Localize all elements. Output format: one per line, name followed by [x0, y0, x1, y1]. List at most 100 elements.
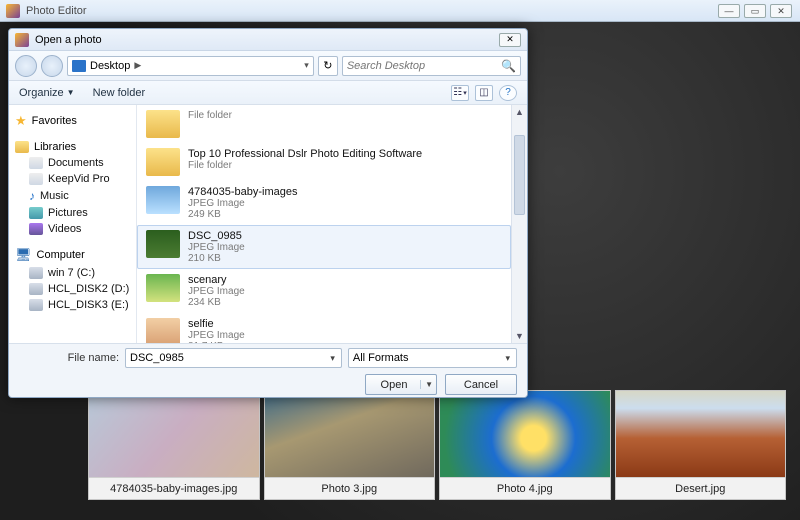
filter-combo[interactable]: All Formats ▾: [348, 348, 517, 368]
scroll-up-icon[interactable]: ▲: [512, 105, 527, 119]
app-window: Photo Editor — ▭ ✕ 4784035-baby-images.j…: [0, 0, 800, 520]
file-size: 234 KB: [188, 297, 245, 308]
preview-pane-button[interactable]: ◫: [475, 85, 493, 101]
image-thumb-icon: [146, 318, 180, 343]
nav-videos[interactable]: Videos: [13, 221, 132, 237]
search-icon: 🔍: [501, 59, 516, 73]
window-close-button[interactable]: ✕: [770, 4, 792, 18]
file-row-selected[interactable]: DSC_0985 JPEG Image 210 KB: [137, 225, 511, 269]
new-folder-button[interactable]: New folder: [93, 87, 146, 99]
dialog-icon: [15, 33, 29, 47]
search-box[interactable]: 🔍: [342, 56, 521, 76]
app-logo-icon: [6, 4, 20, 18]
file-type: JPEG Image: [188, 242, 245, 253]
file-list-scrollbar[interactable]: ▲ ▼: [511, 105, 527, 343]
thumbnail-image: [89, 391, 259, 477]
view-mode-button[interactable]: ☷▾: [451, 85, 469, 101]
chevron-down-icon[interactable]: ▾: [328, 353, 337, 364]
file-name: Top 10 Professional Dslr Photo Editing S…: [188, 148, 422, 160]
breadcrumb-arrow-icon: ▶: [134, 60, 141, 71]
folder-icon: [146, 148, 180, 176]
organize-menu[interactable]: Organize▼: [19, 87, 75, 99]
filename-combo[interactable]: ▾: [125, 348, 342, 368]
nav-drive-d[interactable]: HCL_DISK2 (D:): [13, 281, 132, 297]
filter-value: All Formats: [353, 352, 504, 364]
file-list-pane: File folder Top 10 Professional Dslr Pho…: [137, 105, 527, 343]
open-button[interactable]: Open: [365, 374, 437, 395]
nav-pictures[interactable]: Pictures: [13, 205, 132, 221]
open-file-dialog: Open a photo ✕ Desktop ▶ ▾ ↻ 🔍 Organize▼…: [8, 28, 528, 398]
image-thumb-icon: [146, 186, 180, 214]
search-input[interactable]: [347, 60, 501, 72]
chevron-down-icon[interactable]: ▾: [503, 353, 512, 364]
libraries-icon: [15, 141, 29, 153]
scroll-thumb[interactable]: [514, 135, 525, 215]
drive-icon: [29, 283, 43, 295]
nav-drive-e[interactable]: HCL_DISK3 (E:): [13, 297, 132, 313]
nav-drive-c[interactable]: win 7 (C:): [13, 265, 132, 281]
thumbnail-label: Photo 4.jpg: [440, 477, 610, 499]
thumbnail-image: [440, 391, 610, 477]
nav-computer[interactable]: 🖥Computer: [13, 245, 132, 265]
file-name: DSC_0985: [188, 230, 245, 242]
app-titlebar: Photo Editor — ▭ ✕: [0, 0, 800, 22]
dialog-close-button[interactable]: ✕: [499, 33, 521, 47]
file-row[interactable]: Top 10 Professional Dslr Photo Editing S…: [137, 143, 511, 181]
thumbnail-card[interactable]: Photo 3.jpg: [264, 390, 436, 500]
app-icon: [29, 173, 43, 185]
dialog-titlebar: Open a photo ✕: [9, 29, 527, 51]
nav-keepvid[interactable]: KeepVid Pro: [13, 171, 132, 187]
thumbnail-card[interactable]: Photo 4.jpg: [439, 390, 611, 500]
music-icon: ♪: [29, 189, 35, 203]
window-minimize-button[interactable]: —: [718, 4, 740, 18]
scroll-down-icon[interactable]: ▼: [512, 329, 527, 343]
image-thumb-icon: [146, 230, 180, 258]
file-type: JPEG Image: [188, 198, 297, 209]
file-size: 210 KB: [188, 253, 245, 264]
nav-documents[interactable]: Documents: [13, 155, 132, 171]
drive-icon: [29, 299, 43, 311]
thumbnail-image: [616, 391, 786, 477]
file-type: File folder: [188, 110, 232, 121]
help-button[interactable]: ?: [499, 85, 517, 101]
file-type: JPEG Image: [188, 330, 245, 341]
filename-label: File name:: [19, 352, 119, 364]
desktop-icon: [72, 60, 86, 72]
file-row[interactable]: scenary JPEG Image 234 KB: [137, 269, 511, 313]
file-name: selfie: [188, 318, 245, 330]
address-dropdown-icon[interactable]: ▾: [304, 60, 309, 71]
dialog-bottom: File name: ▾ All Formats ▾ Open Cancel: [9, 343, 527, 397]
file-row[interactable]: File folder: [137, 105, 511, 143]
thumbnail-card[interactable]: 4784035-baby-images.jpg: [88, 390, 260, 500]
file-type: JPEG Image: [188, 286, 245, 297]
refresh-button[interactable]: ↻: [318, 56, 338, 76]
thumbnail-card[interactable]: Desert.jpg: [615, 390, 787, 500]
document-icon: [29, 157, 43, 169]
thumbnail-label: Photo 3.jpg: [265, 477, 435, 499]
address-bar[interactable]: Desktop ▶ ▾: [67, 56, 314, 76]
nav-music[interactable]: ♪Music: [13, 187, 132, 205]
star-icon: ★: [15, 113, 27, 129]
nav-back-button[interactable]: [15, 55, 37, 77]
dialog-main: ★Favorites Libraries Documents KeepVid P…: [9, 105, 527, 343]
nav-favorites[interactable]: ★Favorites: [13, 111, 132, 131]
nav-libraries[interactable]: Libraries: [13, 139, 132, 155]
file-row[interactable]: 4784035-baby-images JPEG Image 249 KB: [137, 181, 511, 225]
cancel-button[interactable]: Cancel: [445, 374, 517, 395]
filename-input[interactable]: [130, 352, 328, 364]
thumbnail-label: Desert.jpg: [616, 477, 786, 499]
file-size: 249 KB: [188, 209, 297, 220]
computer-icon: 🖥: [15, 247, 32, 263]
file-row[interactable]: selfie JPEG Image 81.7 KB: [137, 313, 511, 343]
file-name: scenary: [188, 274, 245, 286]
app-title: Photo Editor: [26, 5, 794, 17]
pictures-icon: [29, 207, 43, 219]
folder-icon: [146, 110, 180, 138]
nav-pane: ★Favorites Libraries Documents KeepVid P…: [9, 105, 137, 343]
address-location: Desktop: [90, 60, 130, 72]
thumbnail-strip: 4784035-baby-images.jpg Photo 3.jpg Phot…: [88, 390, 786, 500]
window-maximize-button[interactable]: ▭: [744, 4, 766, 18]
file-type: File folder: [188, 160, 422, 171]
drive-icon: [29, 267, 43, 279]
nav-forward-button[interactable]: [41, 55, 63, 77]
